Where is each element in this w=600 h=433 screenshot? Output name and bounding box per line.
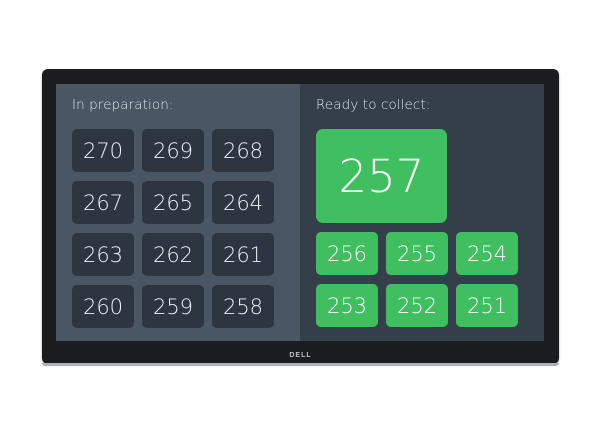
order-tile-preparing: 258 [212,285,274,328]
ready-to-collect-title: Ready to collect: [316,97,431,113]
order-tile-ready: 254 [456,232,518,275]
ready-to-collect-panel: Ready to collect: 257 256 255 254 253 25… [300,84,544,341]
order-tile-preparing: 260 [72,285,134,328]
in-preparation-panel: In preparation: 270 269 268 267 265 264 … [56,84,300,341]
order-tile-ready: 251 [456,284,518,327]
ready-to-collect-grid: 256 255 254 253 252 251 [316,232,518,327]
monitor-bezel: In preparation: 270 269 268 267 265 264 … [42,69,559,366]
order-tile-ready: 255 [386,232,448,275]
order-tile-preparing: 265 [142,181,204,224]
order-tile-preparing: 261 [212,233,274,276]
order-tile-preparing: 262 [142,233,204,276]
order-tile-ready: 252 [386,284,448,327]
brand-logo: DELL [289,352,312,359]
order-tile-ready: 256 [316,232,378,275]
order-tile-ready: 253 [316,284,378,327]
order-status-screen: In preparation: 270 269 268 267 265 264 … [56,84,544,341]
order-tile-preparing: 270 [72,129,134,172]
order-tile-preparing: 269 [142,129,204,172]
order-tile-preparing: 263 [72,233,134,276]
featured-ready-order: 257 [316,129,447,223]
order-tile-preparing: 264 [212,181,274,224]
in-preparation-grid: 270 269 268 267 265 264 263 262 261 260 … [72,129,274,328]
in-preparation-title: In preparation: [72,97,174,113]
order-tile-preparing: 267 [72,181,134,224]
order-tile-preparing: 268 [212,129,274,172]
order-tile-preparing: 259 [142,285,204,328]
